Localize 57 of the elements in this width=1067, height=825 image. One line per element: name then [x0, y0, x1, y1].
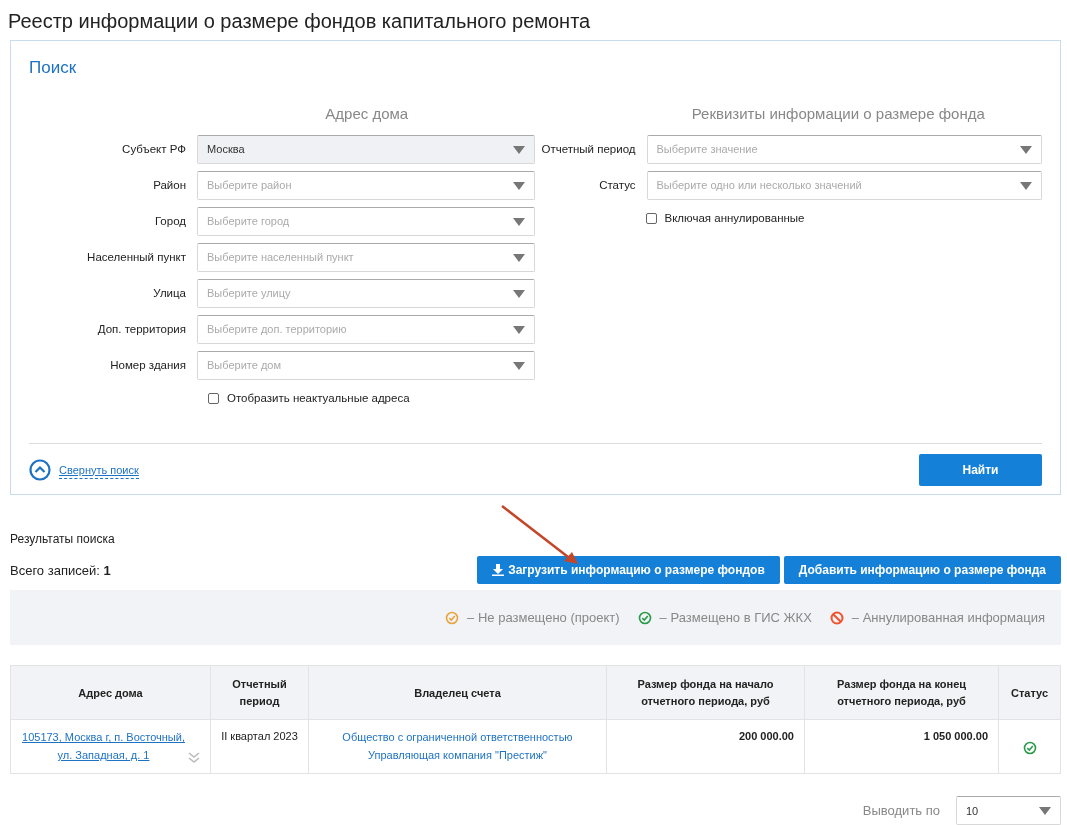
- caret-icon: [512, 181, 525, 190]
- caret-icon: [512, 289, 525, 298]
- panel-title: Поиск: [29, 57, 78, 79]
- checkbox-label: Отобразить неактуальные адреса: [227, 391, 410, 406]
- field-label: Улица: [152, 285, 187, 301]
- column-header: Размер фонда на начало отчетного периода, руб: [606, 665, 805, 720]
- page-title: Реестр информации о размере фондов капитального ремонта: [8, 9, 592, 34]
- dropdown-field[interactable]: Выберите город: [197, 207, 535, 236]
- dropdown-field[interactable]: Выберите дом: [197, 351, 535, 380]
- caret-icon: [512, 253, 525, 262]
- caret-icon: [1020, 181, 1032, 190]
- caret-icon: [1039, 806, 1051, 815]
- checkbox[interactable]: [208, 393, 219, 405]
- field-label: Номер здания: [109, 357, 187, 373]
- column-header: Статус: [998, 665, 1061, 720]
- field-label: Субъект РФ: [121, 141, 187, 157]
- dropdown-field[interactable]: Выберите район: [197, 171, 535, 200]
- column-header: Владелец счета: [308, 665, 607, 720]
- table-cell: 1 050 000.00: [923, 730, 988, 743]
- pager-label: Выводить по: [862, 802, 940, 820]
- field-label: Статус: [598, 177, 637, 193]
- results-title: Результаты поиска: [10, 531, 116, 549]
- field-label: Населенный пункт: [86, 249, 187, 265]
- section-heading: Адрес дома: [324, 103, 410, 124]
- field-label: Доп. территория: [96, 321, 187, 337]
- dropdown-field[interactable]: Выберите улицу: [197, 279, 535, 308]
- dropdown-field[interactable]: Выберите населенный пункт: [197, 243, 535, 272]
- caret-icon: [512, 217, 525, 226]
- field-label: Район: [152, 177, 187, 193]
- page-size-dropdown[interactable]: 10: [956, 796, 1061, 825]
- action-button[interactable]: Добавить информацию о размере фонда: [783, 556, 1061, 585]
- legend-label: – Аннулированная информация: [851, 609, 1045, 627]
- caret-icon: [1020, 145, 1032, 154]
- table-cell: II квартал 2023: [221, 730, 298, 743]
- field-label: Город: [153, 213, 187, 229]
- section-heading: Реквизиты информации о размере фонда: [690, 103, 986, 124]
- download-icon: [492, 564, 505, 577]
- caret-icon: [512, 325, 525, 334]
- checkbox-label: Включая аннулированные: [664, 211, 805, 226]
- total-count: Всего записей: 1: [10, 561, 111, 580]
- dropdown-field[interactable]: Выберите одно или несколько значений: [646, 171, 1042, 200]
- collapse-icon[interactable]: [29, 459, 51, 482]
- caret-icon: [512, 145, 525, 154]
- column-header: Адрес дома: [10, 665, 211, 720]
- column-header: Отчетный период: [210, 665, 309, 720]
- legend-label: – Не размещено (проект): [467, 609, 620, 627]
- action-button[interactable]: Загрузить информацию о размере фондов: [477, 556, 780, 585]
- field-label: Отчетный период: [540, 141, 637, 157]
- caret-icon: [512, 361, 525, 370]
- dropdown-field[interactable]: Выберите значение: [646, 135, 1042, 164]
- dropdown-field[interactable]: Выберите доп. территорию: [197, 315, 535, 344]
- column-header: Размер фонда на конец отчетного периода, руб: [804, 665, 999, 720]
- find-button[interactable]: Найти: [919, 454, 1042, 487]
- collapse-search-link[interactable]: Свернуть поиск: [59, 461, 139, 479]
- checkbox[interactable]: [645, 213, 657, 225]
- legend-label: – Размещено в ГИС ЖКХ: [659, 609, 812, 627]
- table-cell: 200 000.00: [738, 730, 794, 743]
